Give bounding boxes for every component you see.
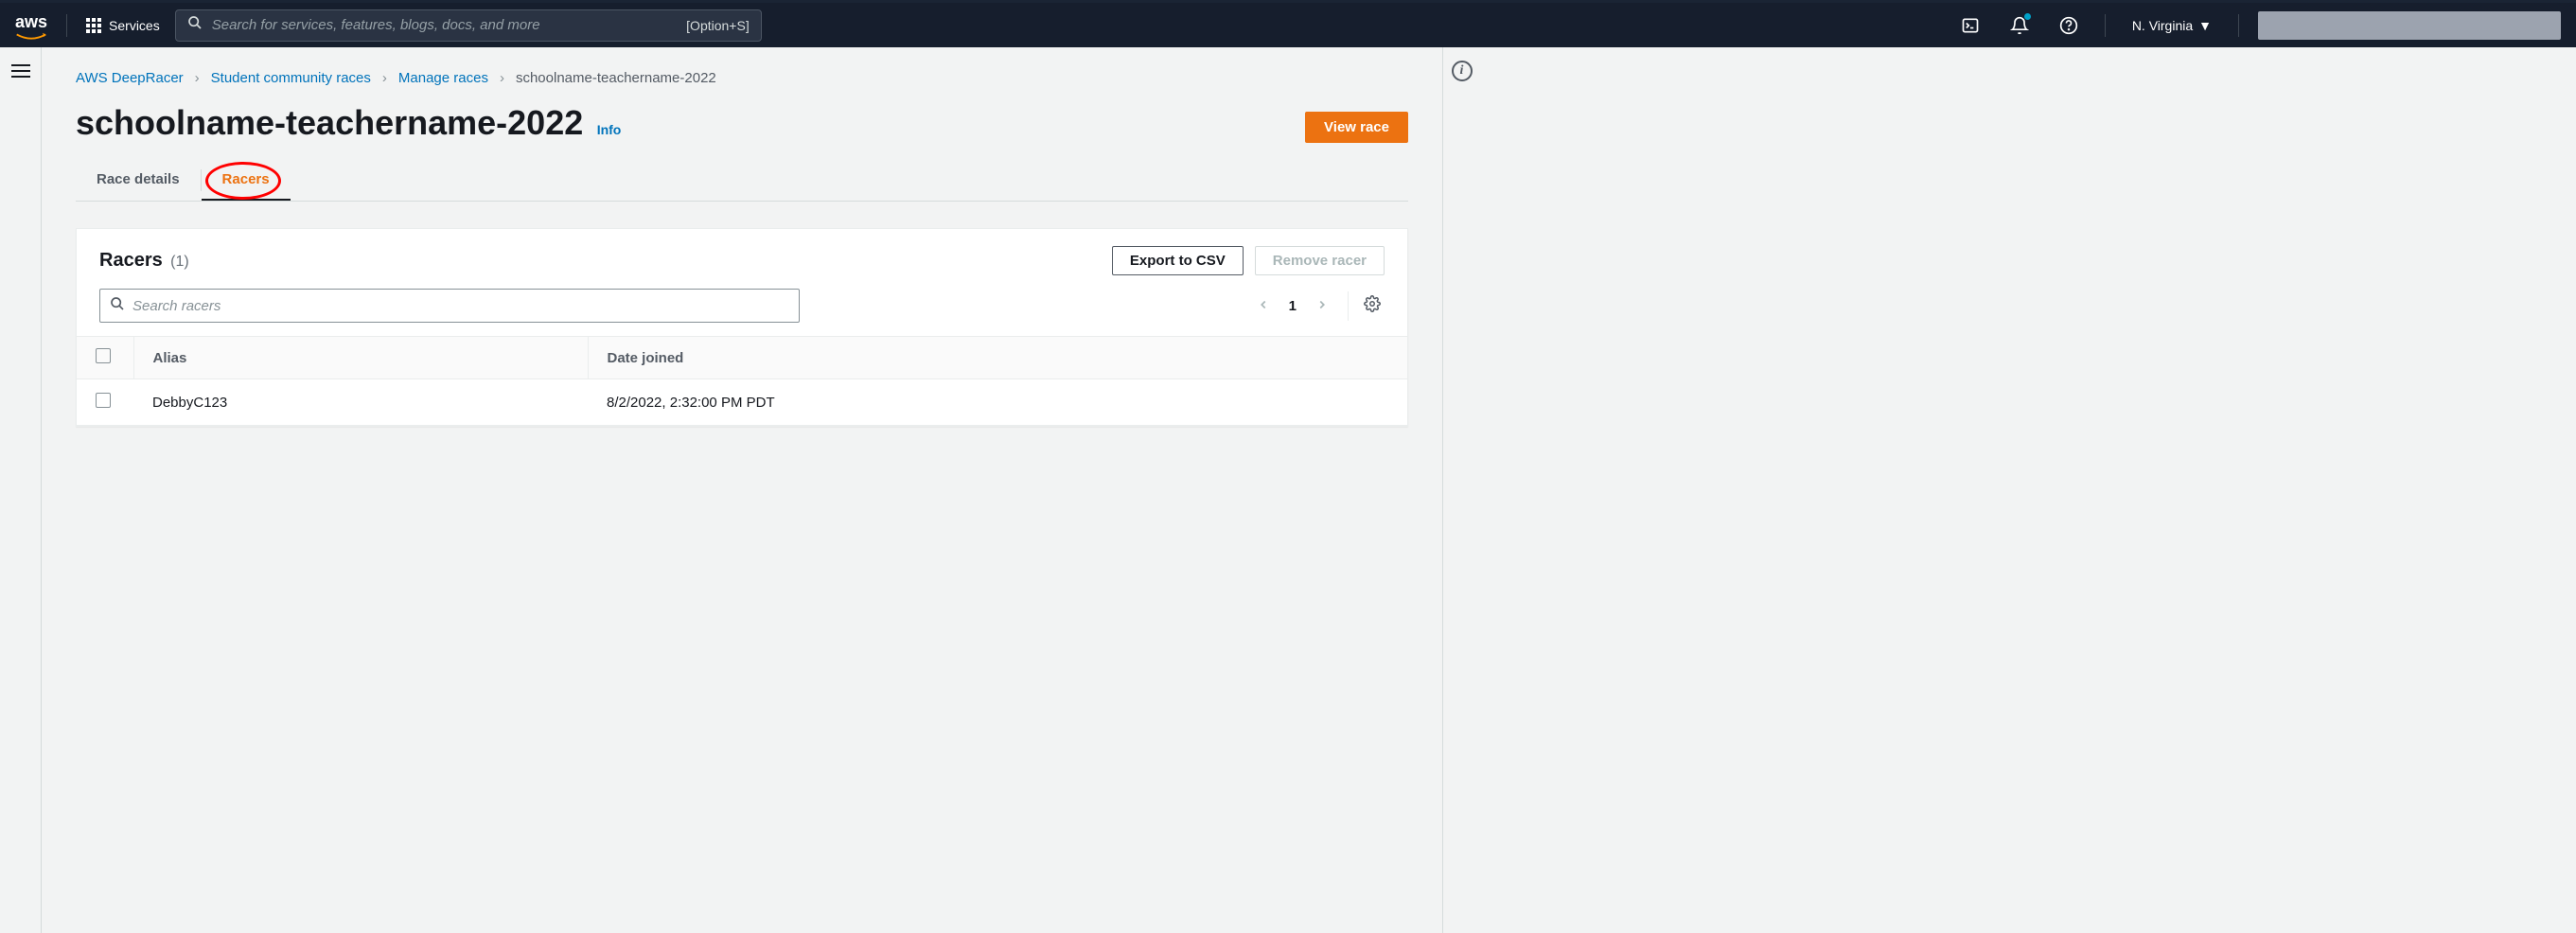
racers-search-input[interactable] [132,298,789,314]
global-search[interactable]: [Option+S] [175,9,762,42]
region-selector[interactable]: N. Virginia ▼ [2125,18,2219,33]
divider [2238,14,2239,37]
cloudshell-button[interactable] [1953,9,1987,43]
right-rail: i [1442,47,1480,933]
chevron-right-icon: › [195,70,200,86]
prev-page-button[interactable] [1253,292,1274,320]
breadcrumb-link[interactable]: AWS DeepRacer [76,70,184,86]
racers-search[interactable] [99,289,800,323]
services-button[interactable]: Services [86,18,160,33]
search-icon [187,15,203,35]
region-label: N. Virginia [2132,18,2193,33]
main-content: AWS DeepRacer › Student community races … [42,47,1442,933]
column-header-date-joined[interactable]: Date joined [588,337,1407,379]
page-title: schoolname-teachername-2022 [76,103,583,142]
tabs: Race details Racers [76,160,1408,202]
breadcrumb-current: schoolname-teachername-2022 [516,70,716,86]
view-race-button[interactable]: View race [1305,112,1408,143]
info-link[interactable]: Info [597,122,622,137]
divider [66,14,67,37]
search-icon [110,296,125,316]
global-search-input[interactable] [212,17,677,33]
next-page-button[interactable] [1312,292,1332,320]
top-nav: aws Services [Option+S] N. Virginia ▼ [0,0,2576,47]
notifications-button[interactable] [2003,9,2037,43]
breadcrumb-link[interactable]: Manage races [398,70,488,86]
tab-racers[interactable]: Racers [202,160,291,201]
column-header-alias[interactable]: Alias [133,337,588,379]
page-number[interactable]: 1 [1289,298,1297,314]
racers-table: Alias Date joined DebbyC123 8/2/2022, 2:… [77,336,1407,426]
panel-title: Racers [99,250,163,271]
hamburger-icon [11,61,30,81]
divider [2105,14,2106,37]
caret-down-icon: ▼ [2198,18,2212,33]
info-panel-toggle[interactable]: i [1452,61,1473,81]
help-button[interactable] [2052,9,2086,43]
search-shortcut: [Option+S] [686,18,750,33]
table-row: DebbyC123 8/2/2022, 2:32:00 PM PDT [77,379,1407,426]
export-csv-button[interactable]: Export to CSV [1112,246,1244,275]
services-label: Services [109,18,160,33]
aws-logo[interactable]: aws [15,12,47,38]
tab-race-details[interactable]: Race details [76,160,201,201]
racers-panel: Racers (1) Export to CSV Remove racer [76,228,1408,427]
chevron-right-icon: › [382,70,387,86]
row-checkbox[interactable] [96,393,111,408]
chevron-right-icon: › [500,70,504,86]
cell-date-joined: 8/2/2022, 2:32:00 PM PDT [588,379,1407,426]
table-settings-button[interactable] [1348,291,1385,321]
notification-dot-icon [2024,13,2031,20]
tab-label: Racers [222,171,270,187]
remove-racer-button[interactable]: Remove racer [1255,246,1385,275]
side-nav-toggle[interactable] [0,47,42,933]
services-grid-icon [86,18,101,33]
cell-alias: DebbyC123 [133,379,588,426]
breadcrumb: AWS DeepRacer › Student community races … [76,70,1408,86]
account-menu[interactable] [2258,11,2561,40]
pagination: 1 [1253,291,1385,321]
breadcrumb-link[interactable]: Student community races [211,70,371,86]
select-all-checkbox[interactable] [96,348,111,363]
panel-count: (1) [170,254,189,270]
